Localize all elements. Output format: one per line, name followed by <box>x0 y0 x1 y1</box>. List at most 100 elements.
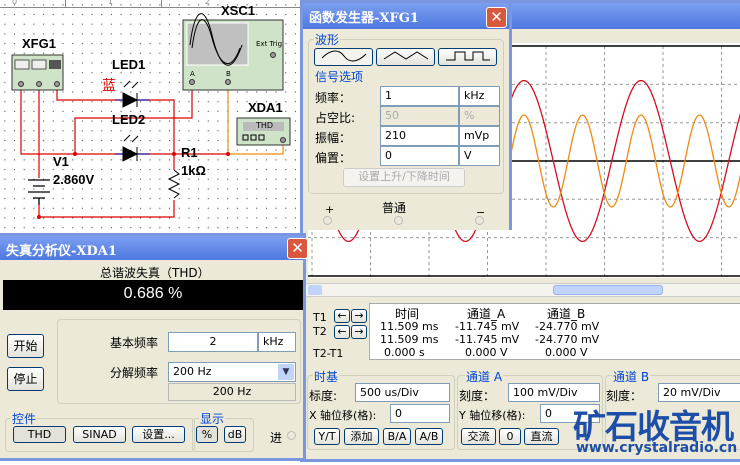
dc-button[interactable]: 直流 <box>524 428 559 445</box>
scrollbar-thumb[interactable] <box>553 285 663 295</box>
distortion-analyzer-window: 失真分析仪-XDA1 ✕ 总谐波失真（THD） 0.686 % 开始 停止 基本… <box>0 233 308 461</box>
ch-a-label: A <box>190 70 195 78</box>
v1-label: V1 <box>53 154 69 169</box>
led1-color-label: 蓝 <box>102 78 116 94</box>
triangle-icon <box>383 51 428 60</box>
fg-row-label: 占空比: <box>315 111 356 125</box>
xfg1-label: XFG1 <box>22 36 56 51</box>
sine-icon <box>321 50 366 62</box>
cha-scale-label: 刻度： <box>459 389 496 403</box>
fg-row-unit[interactable]: mVp <box>459 126 500 146</box>
fg-row-unit[interactable]: % <box>459 106 500 126</box>
r1-value: 1kΩ <box>181 163 206 178</box>
sinad-button[interactable]: SINAD <box>73 426 126 443</box>
led2-label: LED2 <box>112 112 146 127</box>
sine-wave-button[interactable] <box>314 48 373 66</box>
channel-b-title: 通道 B <box>612 368 651 385</box>
fg-row-value[interactable]: 1 <box>380 86 459 106</box>
xsc1-symbol[interactable] <box>182 13 284 91</box>
t2-time: 11.509 ms <box>380 333 439 346</box>
scope-scrollbar[interactable] <box>305 283 740 297</box>
t2-cha: -11.745 mV <box>455 333 520 346</box>
zero-button[interactable]: 0 <box>499 428 521 445</box>
input-terminal[interactable] <box>287 431 296 440</box>
fundamental-label: 基本频率 <box>110 336 159 350</box>
t1-left-button[interactable]: ← <box>334 309 350 323</box>
square-wave-button[interactable] <box>438 48 497 66</box>
input-label: 进 <box>270 431 283 445</box>
rise-fall-button[interactable]: 设置上升/下降时间 <box>343 168 465 187</box>
fg-titlebar[interactable]: 函数发生器-XFG1 <box>303 3 509 29</box>
chevron-down-icon[interactable]: ▼ <box>278 364 294 380</box>
fg-row-label: 振幅： <box>315 131 352 145</box>
fg-row-value[interactable]: 50 <box>380 106 459 126</box>
t1-label: T1 <box>313 311 327 324</box>
xda1-display: THD <box>256 121 274 130</box>
ab-button[interactable]: A/B <box>415 428 443 445</box>
waveform-group-title: 波形 <box>314 31 341 48</box>
function-generator-window: 函数发生器-XFG1 ✕ 波形 信号选项 频率： 1 kHz 占空比: 50 % 振… <box>300 0 512 230</box>
xfg1-symbol[interactable] <box>11 54 64 91</box>
minus-terminal[interactable] <box>475 216 484 225</box>
dt-cha: 0.000 V <box>465 346 508 359</box>
fg-row-unit[interactable]: kHz <box>459 86 500 106</box>
dt-time: 0.000 s <box>384 346 425 359</box>
fg-row-value[interactable]: 0 <box>380 146 459 166</box>
fg-close-button[interactable]: ✕ <box>486 7 507 28</box>
start-button[interactable]: 开始 <box>7 334 44 358</box>
t1-chb: -24.770 mV <box>535 320 600 333</box>
t1-right-button[interactable]: → <box>351 309 367 323</box>
common-terminal[interactable] <box>394 216 403 225</box>
stop-button[interactable]: 停止 <box>7 367 44 391</box>
common-label: 普通 <box>382 201 407 215</box>
thd-title: 总谐波失真（THD） <box>100 266 210 280</box>
add-button[interactable]: 添加 <box>344 428 379 445</box>
fundamental-field[interactable]: 2 <box>168 332 258 352</box>
display-title: 显示 <box>199 410 226 427</box>
t1-time: 11.509 ms <box>380 320 439 333</box>
v1-value: 2.860V <box>53 172 95 187</box>
fundamental-unit[interactable]: kHz <box>258 332 296 352</box>
timebase-title: 时基 <box>313 368 340 385</box>
resolution-value: 200 Hz <box>173 365 212 378</box>
ch-b-label: B <box>226 70 231 78</box>
led1-label: LED1 <box>112 57 146 72</box>
ba-button[interactable]: B/A <box>383 428 411 445</box>
fg-row-label: 频率： <box>315 91 352 105</box>
timebase-scale-label: 标度: <box>309 389 338 403</box>
resolution-display: 200 Hz <box>168 383 296 401</box>
fg-title: 函数发生器-XFG1 <box>309 11 419 26</box>
t2-left-button[interactable]: ← <box>334 325 350 339</box>
plus-terminal[interactable] <box>323 216 332 225</box>
r1-label: R1 <box>181 145 198 160</box>
watermark-url: www.crystalradio.cn <box>576 440 738 456</box>
ext-trig-label: Ext Trig <box>256 40 283 48</box>
triangle-wave-button[interactable] <box>376 48 435 66</box>
t2-right-button[interactable]: → <box>351 325 367 339</box>
y-position-label: Y 轴位移(格): <box>459 409 526 422</box>
ac-button[interactable]: 交流 <box>461 428 496 445</box>
xda-close-button[interactable]: ✕ <box>287 238 308 259</box>
x-position-field[interactable]: 0 <box>390 404 450 423</box>
resolution-select[interactable]: 200 Hz ▼ <box>168 362 296 382</box>
thd-button[interactable]: THD <box>13 426 66 443</box>
settings-button[interactable]: 设置... <box>132 426 185 443</box>
resolution-label: 分解频率 <box>110 366 159 380</box>
t2-label: T2 <box>313 325 327 338</box>
thd-reading: 0.686 % <box>3 280 303 310</box>
t2t1-label: T2-T1 <box>313 347 344 360</box>
plus-label: + <box>325 203 335 216</box>
cursor-readout: 时间 通道_A 通道_B 11.509 ms -11.745 mV -24.77… <box>369 303 740 360</box>
fg-row-value[interactable]: 210 <box>380 126 459 146</box>
scroll-left-button[interactable] <box>308 285 322 295</box>
db-button[interactable]: dB <box>224 426 246 443</box>
percent-button[interactable]: % <box>196 426 218 443</box>
signal-group-title: 信号选项 <box>314 68 365 85</box>
timebase-scale-field[interactable]: 500 us/Div <box>355 383 450 402</box>
fg-row-unit[interactable]: V <box>459 146 500 166</box>
t2-chb: -24.770 mV <box>535 333 600 346</box>
led-diodes[interactable] <box>122 92 139 162</box>
xda-titlebar[interactable]: 失真分析仪-XDA1 <box>0 236 303 260</box>
yt-button[interactable]: Y/T <box>314 428 340 445</box>
battery-symbol <box>28 179 50 205</box>
